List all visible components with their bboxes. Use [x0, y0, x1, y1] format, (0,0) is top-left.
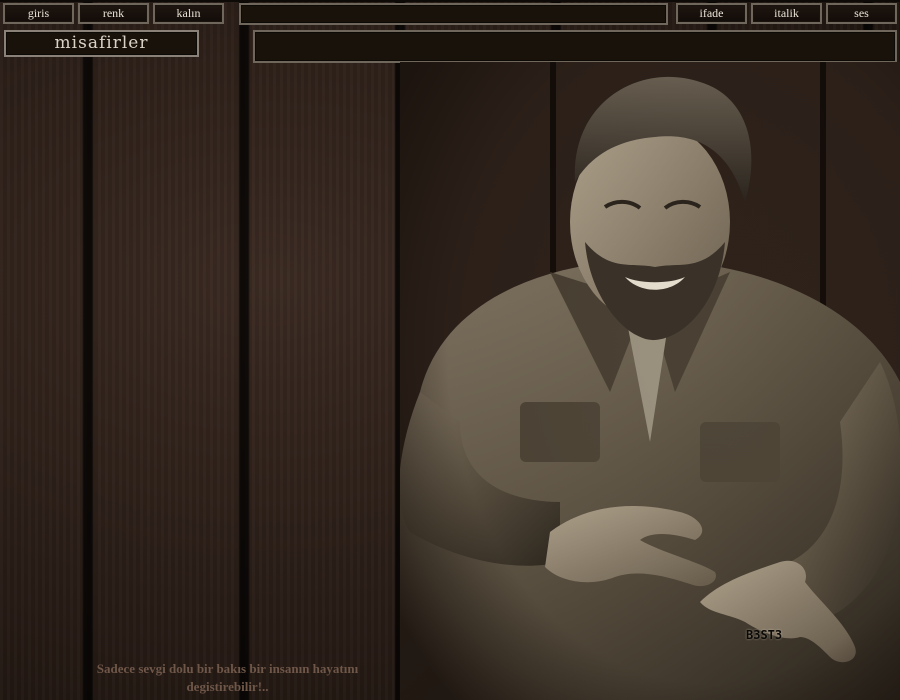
footer-quote-line2: degistirebilir!.. [186, 679, 269, 694]
top-border [0, 0, 900, 2]
chat-page-background: giris renk kalın ifade italik ses misafi… [0, 0, 900, 700]
chat-message-area[interactable] [253, 30, 897, 63]
footer-quote-line1: Sadece sevgi dolu bir bakıs bir insanın … [96, 661, 359, 676]
footer-quote: Sadece sevgi dolu bir bakıs bir insanın … [40, 660, 415, 696]
bold-button[interactable]: kalın [153, 3, 224, 24]
italic-button[interactable]: italik [751, 3, 822, 24]
color-button[interactable]: renk [78, 3, 149, 24]
background-photo [400, 62, 900, 700]
guests-label[interactable]: misafirler [4, 30, 199, 57]
message-input[interactable] [239, 3, 668, 25]
sound-button[interactable]: ses [826, 3, 897, 24]
login-button[interactable]: giris [3, 3, 74, 24]
photo-watermark: B3ST3 [746, 628, 783, 642]
emote-button[interactable]: ifade [676, 3, 747, 24]
